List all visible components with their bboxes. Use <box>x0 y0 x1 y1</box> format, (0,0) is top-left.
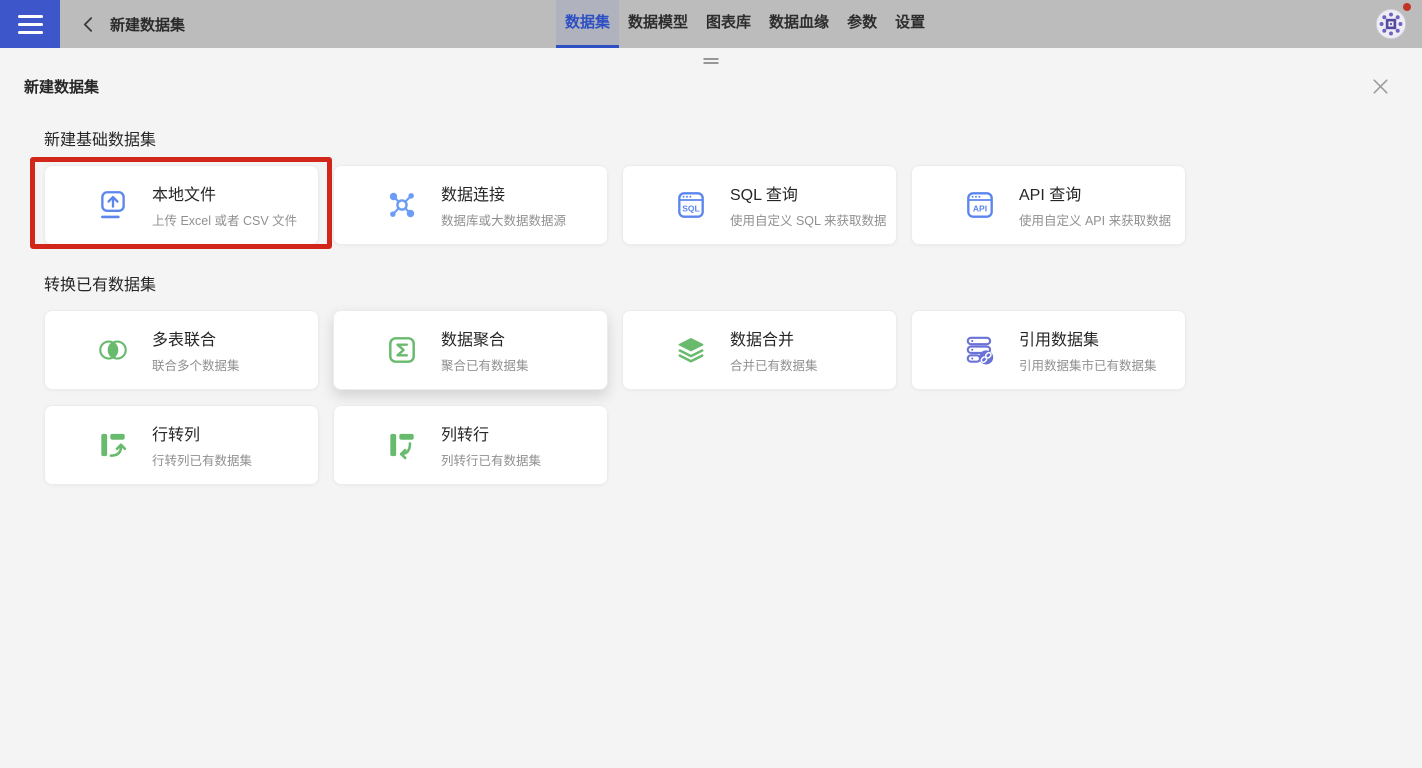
tab-settings[interactable]: 设置 <box>886 0 934 48</box>
card-title: 行转列 <box>152 421 252 445</box>
rows-to-columns-icon <box>96 428 130 462</box>
close-button[interactable] <box>1368 74 1392 98</box>
card-title: API 查询 <box>1019 181 1171 205</box>
card-title: 列转行 <box>441 421 541 445</box>
close-icon <box>1369 75 1392 98</box>
dataset-options: 新建基础数据集本地文件上传 Excel 或者 CSV 文件数据连接数据库或大数据… <box>0 126 1422 485</box>
app-window: 新建数据集 数据集数据模型图表库数据血缘参数设置 新建数据集 新建基 <box>0 0 1422 768</box>
card-subtitle: 使用自定义 API 来获取数据 <box>1019 210 1171 229</box>
card-subtitle: 联合多个数据集 <box>152 355 240 374</box>
card-grid: 多表联合联合多个数据集数据聚合聚合已有数据集数据合并合并已有数据集引用数据集引用… <box>44 310 1204 485</box>
chevron-left-icon <box>80 16 97 33</box>
new-dataset-modal: 新建数据集 新建基础数据集本地文件上传 Excel 或者 CSV 文件数据连接数… <box>0 48 1422 768</box>
api-icon: API <box>963 188 997 222</box>
card-data-aggregation[interactable]: 数据聚合聚合已有数据集 <box>333 310 608 390</box>
card-subtitle: 合并已有数据集 <box>730 355 818 374</box>
tab-parameters[interactable]: 参数 <box>838 0 886 48</box>
nav-tabs: 数据集数据模型图表库数据血缘参数设置 <box>556 0 934 48</box>
card-sql-query[interactable]: SQL SQL 查询使用自定义 SQL 来获取数据 <box>622 165 897 245</box>
sql-icon: SQL <box>674 188 708 222</box>
notification-dot <box>1403 3 1411 11</box>
hamburger-icon <box>18 15 43 18</box>
svg-text:API: API <box>973 204 987 214</box>
card-subtitle: 上传 Excel 或者 CSV 文件 <box>152 210 297 229</box>
tab-data-model[interactable]: 数据模型 <box>619 0 697 48</box>
tab-dataset[interactable]: 数据集 <box>556 0 619 48</box>
avatar-icon <box>1374 7 1408 41</box>
card-data-connection[interactable]: 数据连接数据库或大数据数据源 <box>333 165 608 245</box>
section-0: 新建基础数据集本地文件上传 Excel 或者 CSV 文件数据连接数据库或大数据… <box>0 126 1422 245</box>
layers-icon <box>674 333 708 367</box>
card-title: 本地文件 <box>152 181 297 205</box>
card-title: 引用数据集 <box>1019 326 1157 350</box>
venn-icon <box>96 333 130 367</box>
network-icon <box>385 188 419 222</box>
section-1: 转换已有数据集多表联合联合多个数据集数据聚合聚合已有数据集数据合并合并已有数据集… <box>0 271 1422 485</box>
hamburger-menu-button[interactable] <box>0 0 60 48</box>
card-grid: 本地文件上传 Excel 或者 CSV 文件数据连接数据库或大数据数据源SQLS… <box>44 165 1204 245</box>
tab-data-lineage[interactable]: 数据血缘 <box>760 0 838 48</box>
section-title: 转换已有数据集 <box>44 271 1422 295</box>
svg-text:SQL: SQL <box>682 204 699 214</box>
card-rows-to-columns[interactable]: 行转列行转列已有数据集 <box>44 405 319 485</box>
card-data-merge[interactable]: 数据合并合并已有数据集 <box>622 310 897 390</box>
upload-icon <box>96 188 130 222</box>
card-multi-table-union[interactable]: 多表联合联合多个数据集 <box>44 310 319 390</box>
card-title: SQL 查询 <box>730 181 887 205</box>
section-title: 新建基础数据集 <box>44 126 1422 150</box>
card-title: 多表联合 <box>152 326 240 350</box>
card-title: 数据合并 <box>730 326 818 350</box>
card-title: 数据连接 <box>441 181 566 205</box>
card-subtitle: 行转列已有数据集 <box>152 450 252 469</box>
card-subtitle: 聚合已有数据集 <box>441 355 529 374</box>
sigma-icon <box>385 333 419 367</box>
card-subtitle: 数据库或大数据数据源 <box>441 210 566 229</box>
columns-to-rows-icon <box>385 428 419 462</box>
window-title: 新建数据集 <box>110 14 185 35</box>
link-server-icon <box>963 333 997 367</box>
card-local-file[interactable]: 本地文件上传 Excel 或者 CSV 文件 <box>44 165 319 245</box>
tab-chart-library[interactable]: 图表库 <box>697 0 760 48</box>
card-subtitle: 引用数据集市已有数据集 <box>1019 355 1157 374</box>
card-subtitle: 使用自定义 SQL 来获取数据 <box>730 210 887 229</box>
card-columns-to-rows[interactable]: 列转行列转行已有数据集 <box>333 405 608 485</box>
card-api-query[interactable]: API API 查询使用自定义 API 来获取数据 <box>911 165 1186 245</box>
user-avatar[interactable] <box>1374 7 1408 41</box>
back-button[interactable] <box>76 12 100 36</box>
top-bar: 新建数据集 数据集数据模型图表库数据血缘参数设置 <box>0 0 1422 48</box>
card-reference-dataset[interactable]: 引用数据集引用数据集市已有数据集 <box>911 310 1186 390</box>
card-subtitle: 列转行已有数据集 <box>441 450 541 469</box>
drag-handle[interactable] <box>701 55 722 67</box>
modal-title: 新建数据集 <box>24 76 99 97</box>
card-title: 数据聚合 <box>441 326 529 350</box>
